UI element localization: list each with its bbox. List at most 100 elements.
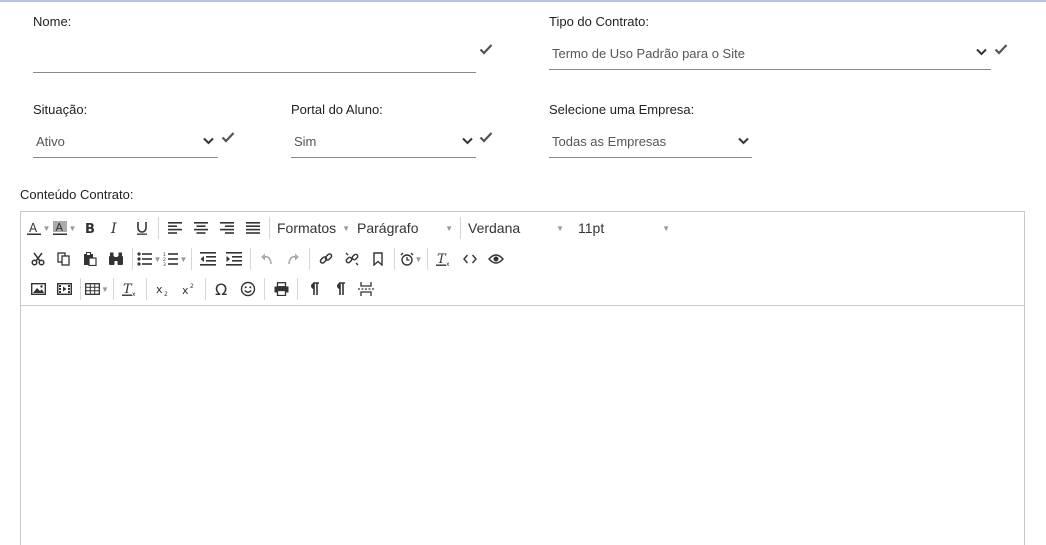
editor-toolbar: A ▼ A ▼ B I Formatos ▼ Parágrafo ▼ Verda… — [21, 212, 1024, 306]
undo-button[interactable] — [254, 246, 280, 272]
find-replace-button[interactable] — [103, 246, 129, 272]
insert-table-caret-icon[interactable]: ▼ — [101, 285, 109, 294]
bullet-list-caret-icon[interactable]: ▼ — [154, 255, 162, 264]
situacao-underline — [33, 157, 218, 158]
toolbar-separator — [460, 217, 461, 239]
empresa-select[interactable]: Todas as Empresas — [552, 134, 666, 149]
portal-aluno-chevron-down-icon[interactable] — [462, 136, 473, 148]
toolbar-separator — [158, 217, 159, 239]
text-color-caret-icon[interactable]: ▼ — [43, 224, 51, 233]
empresa-chevron-down-icon[interactable] — [738, 136, 749, 148]
page-break-icon[interactable] — [353, 276, 379, 302]
svg-text:B: B — [85, 222, 95, 235]
remove-format-button[interactable]: Tx — [117, 276, 143, 302]
insert-media-button[interactable] — [51, 276, 77, 302]
numbered-list-caret-icon[interactable]: ▼ — [180, 255, 188, 264]
paragraph-ltr-icon[interactable] — [301, 276, 327, 302]
tipo-contrato-select[interactable]: Termo de Uso Padrão para o Site — [552, 46, 745, 61]
toolbar-separator — [297, 278, 298, 300]
remove-link-button[interactable] — [339, 246, 365, 272]
toolbar-separator — [191, 248, 192, 270]
svg-text:I: I — [110, 221, 117, 235]
copy-button[interactable] — [51, 246, 77, 272]
text-color-button[interactable]: A ▼ — [25, 215, 51, 241]
indent-button[interactable] — [221, 246, 247, 272]
italic-button[interactable]: I — [103, 215, 129, 241]
svg-text:A: A — [55, 221, 63, 234]
toolbar-separator — [113, 278, 114, 300]
paragraph-rtl-icon[interactable] — [327, 276, 353, 302]
situacao-valid-check-icon — [221, 131, 235, 143]
bullet-list-button[interactable]: ▼ — [136, 246, 162, 272]
svg-text:x: x — [156, 283, 163, 296]
toolbar-row-2: ▼ 123 ▼ ▼ T x — [21, 244, 509, 274]
editor-content-area[interactable] — [21, 307, 1024, 545]
portal-aluno-select[interactable]: Sim — [294, 134, 316, 149]
redo-button[interactable] — [280, 246, 306, 272]
cut-button[interactable] — [25, 246, 51, 272]
numbered-list-button[interactable]: 123 ▼ — [162, 246, 188, 272]
background-color-button[interactable]: A ▼ — [51, 215, 77, 241]
tipo-contrato-underline — [549, 69, 991, 70]
insert-link-button[interactable] — [313, 246, 339, 272]
toolbar-separator — [309, 248, 310, 270]
tipo-contrato-chevron-down-icon[interactable] — [976, 47, 987, 59]
insert-table-button[interactable]: ▼ — [84, 276, 110, 302]
portal-aluno-label: Portal do Aluno: — [291, 102, 383, 117]
toolbar-separator — [250, 248, 251, 270]
emoticons-smiley-icon[interactable] — [235, 276, 261, 302]
empresa-label: Selecione uma Empresa: — [549, 102, 695, 117]
toolbar-separator — [80, 278, 81, 300]
outdent-button[interactable] — [195, 246, 221, 272]
align-justify-button[interactable] — [240, 215, 266, 241]
svg-text:x: x — [446, 261, 450, 266]
font-family-label: Verdana — [468, 220, 521, 236]
preview-eye-button[interactable] — [483, 246, 509, 272]
font-family-dropdown[interactable]: Verdana ▼ — [464, 215, 568, 241]
svg-text:x: x — [132, 291, 136, 296]
nome-label: Nome: — [33, 14, 72, 29]
tipo-contrato-label: Tipo do Contrato: — [549, 14, 649, 29]
paste-button[interactable] — [77, 246, 103, 272]
toolbar-separator — [269, 217, 270, 239]
font-size-caret-icon: ▼ — [662, 223, 670, 233]
svg-text:2: 2 — [190, 283, 194, 290]
font-size-dropdown[interactable]: 11pt ▼ — [574, 215, 674, 241]
background-color-caret-icon[interactable]: ▼ — [69, 224, 77, 233]
special-character-omega-icon[interactable]: Ω — [209, 276, 235, 302]
block-format-caret-icon: ▼ — [445, 223, 453, 233]
anchor-bookmark-button[interactable] — [365, 246, 391, 272]
nome-underline — [33, 72, 476, 73]
formats-caret-icon: ▼ — [342, 223, 351, 233]
align-center-button[interactable] — [188, 215, 214, 241]
align-left-button[interactable] — [162, 215, 188, 241]
bold-button[interactable]: B — [77, 215, 103, 241]
print-icon[interactable] — [268, 276, 294, 302]
toolbar-separator — [146, 278, 147, 300]
font-size-label: 11pt — [578, 220, 605, 236]
block-format-label: Parágrafo — [357, 220, 419, 236]
svg-text:A: A — [29, 221, 38, 235]
align-right-button[interactable] — [214, 215, 240, 241]
insert-datetime-button[interactable]: ▼ — [398, 246, 424, 272]
formats-dropdown[interactable]: Formatos ▼ — [273, 215, 353, 241]
nome-input[interactable] — [36, 46, 466, 66]
toolbar-separator — [132, 248, 133, 270]
block-format-dropdown[interactable]: Parágrafo ▼ — [353, 215, 457, 241]
toolbar-separator — [427, 248, 428, 270]
clear-formatting-button[interactable]: Tx — [431, 246, 457, 272]
font-family-caret-icon: ▼ — [556, 223, 564, 233]
underline-button[interactable] — [129, 215, 155, 241]
subscript-button[interactable]: x2 — [150, 276, 176, 302]
svg-text:2: 2 — [164, 291, 168, 296]
insert-image-button[interactable] — [25, 276, 51, 302]
situacao-chevron-down-icon[interactable] — [203, 136, 214, 148]
toolbar-row-3: ▼ Tx x2 x2 Ω — [21, 274, 379, 304]
portal-aluno-underline — [291, 157, 476, 158]
situacao-select[interactable]: Ativo — [36, 134, 65, 149]
insert-datetime-caret-icon[interactable]: ▼ — [415, 255, 423, 264]
conteudo-label: Conteúdo Contrato: — [20, 187, 134, 202]
source-code-button[interactable] — [457, 246, 483, 272]
nome-valid-check-icon — [479, 43, 493, 55]
superscript-button[interactable]: x2 — [176, 276, 202, 302]
